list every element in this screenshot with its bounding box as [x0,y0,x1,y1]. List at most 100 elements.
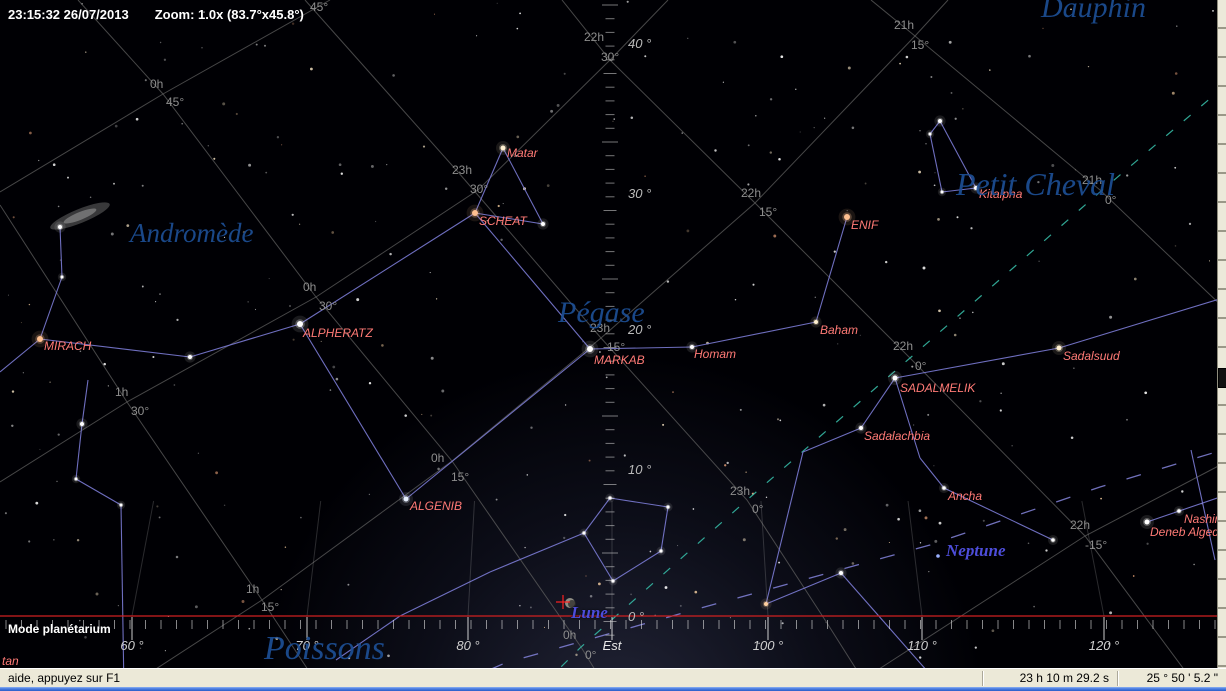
background-star [84,636,87,639]
background-star [77,539,79,541]
star[interactable] [1057,346,1062,351]
star[interactable] [938,119,942,123]
background-star [925,516,928,519]
star[interactable] [893,376,898,381]
sky-chart-canvas[interactable]: 0h45°45°23h30°22h30°21h15°22h15°23h15°0h… [0,0,1226,668]
background-star [925,143,926,144]
star[interactable] [666,505,669,508]
star-name-label[interactable]: Deneb Algedi [1150,526,1222,538]
star[interactable] [844,214,850,220]
star[interactable] [501,146,506,151]
star-name-label[interactable]: Homam [694,348,736,360]
background-star [575,654,577,656]
constellation-line [1191,450,1215,560]
background-star [1181,490,1183,492]
star[interactable] [80,422,84,426]
constellation-line [610,498,668,507]
star[interactable] [659,549,662,552]
star[interactable] [37,336,43,342]
star-name-label[interactable]: Matar [507,147,538,159]
background-star [954,334,957,337]
star-name-label[interactable]: Sadalsuud [1063,350,1120,362]
background-star [292,214,294,216]
azimuth-label: 120 ° [1089,639,1120,652]
background-star [1028,55,1031,58]
star[interactable] [611,579,614,582]
background-star [836,537,838,539]
star-name-label[interactable]: ENIF [851,219,878,231]
background-star [67,177,69,179]
grid-coordinate-label: 0° [915,360,926,372]
star[interactable] [929,133,932,136]
grid-coordinate-label: 22h [893,340,913,352]
planet-name-label[interactable]: Neptune [946,542,1006,559]
star[interactable] [541,222,545,226]
background-star [1176,25,1177,26]
star[interactable] [587,346,593,352]
star[interactable] [764,602,768,606]
star-name-label[interactable]: Sadalachbia [864,430,930,442]
background-star [256,44,258,46]
star-name-label[interactable]: MIRACH [44,340,91,352]
star[interactable] [814,320,818,324]
right-position-ruler[interactable] [1217,0,1226,668]
star[interactable] [1145,520,1150,525]
ruler-thumb[interactable] [1218,368,1226,388]
background-star [524,547,525,548]
constellation-line [661,507,668,551]
star[interactable] [188,355,192,359]
constellation-name-label: Dauphin [1041,0,1146,23]
star-name-label[interactable]: Ancha [948,490,982,502]
star[interactable] [472,210,478,216]
star[interactable] [120,504,123,507]
background-star [726,462,728,464]
star-name-label[interactable]: ALPHERATZ [303,327,373,339]
background-star [369,494,370,495]
star[interactable] [942,486,946,490]
star[interactable] [941,191,944,194]
background-star [332,366,335,369]
star-name-label[interactable]: tan [2,655,19,667]
background-star [29,304,30,305]
grid-coordinate-label: 45° [166,96,184,108]
background-star [755,115,757,117]
star[interactable] [1051,538,1055,542]
star-name-label[interactable]: SADALMELIK [900,382,975,394]
constellation-line [300,324,406,499]
planet-name-label[interactable]: Lune [571,604,608,621]
star-name-label[interactable]: SCHEAT [479,215,527,227]
star[interactable] [1177,509,1181,513]
background-star [665,586,668,589]
background-star [136,118,139,121]
background-star [56,481,57,482]
star[interactable] [61,276,64,279]
grid-coordinate-label: 30° [131,405,149,417]
grid-coordinate-label: 0° [585,649,596,661]
star[interactable] [839,571,843,575]
background-star [951,92,953,94]
background-star [356,298,359,301]
star[interactable] [404,497,409,502]
star[interactable] [582,531,585,534]
star-name-label[interactable]: ALGENIB [410,500,462,512]
background-star [371,165,374,168]
background-star [934,540,937,543]
star[interactable] [75,478,78,481]
star-name-label[interactable]: Baham [820,324,858,336]
background-star [431,357,434,360]
background-star [906,56,909,59]
star[interactable] [608,496,611,499]
background-star [677,545,678,546]
background-star [939,522,942,525]
background-star [96,593,99,596]
star[interactable] [859,426,863,430]
background-star [21,322,22,323]
background-star [381,344,384,347]
star-name-label[interactable]: MARKAB [594,354,645,366]
background-star [1100,498,1102,500]
azimuth-label: Est [603,639,622,652]
neptune-symbol[interactable] [936,554,940,558]
background-star [90,196,92,198]
background-star [730,617,731,618]
star[interactable] [58,225,62,229]
